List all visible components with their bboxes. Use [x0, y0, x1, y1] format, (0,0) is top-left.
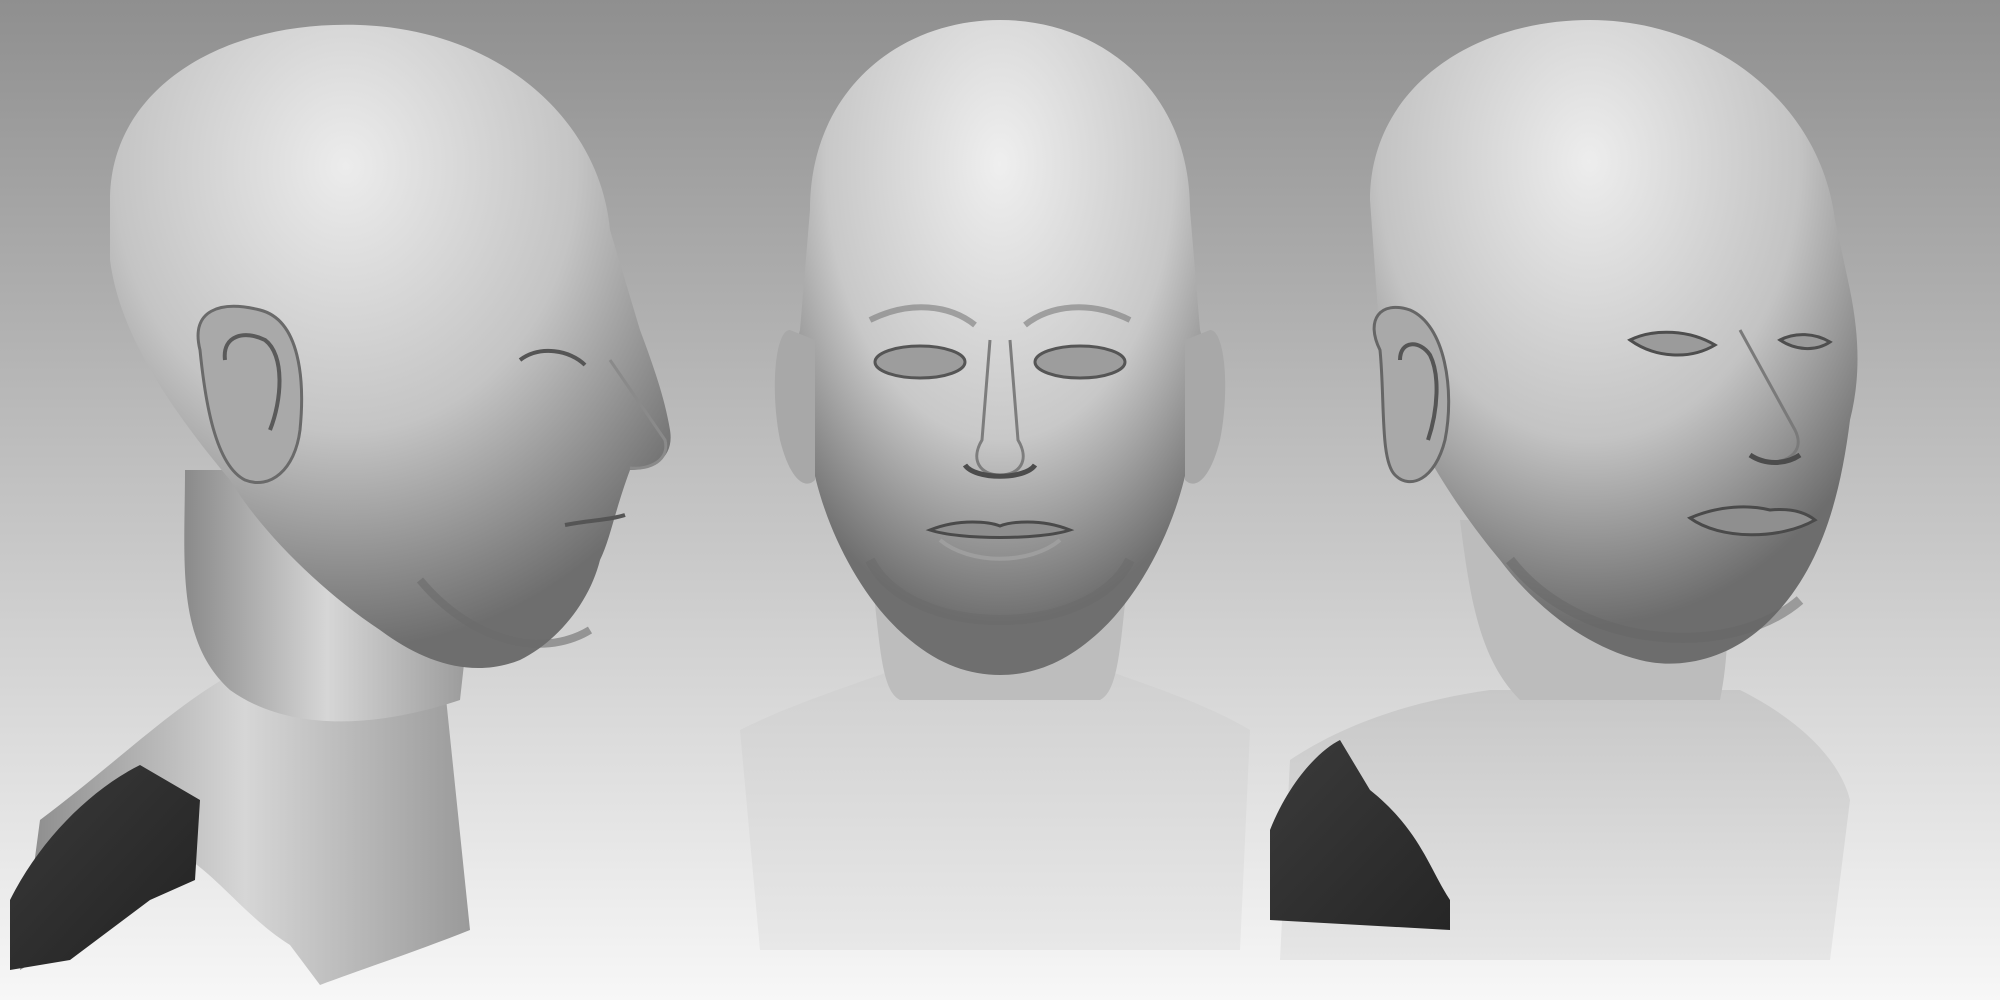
head-bust-three-quarter-view: [1260, 0, 2000, 1000]
head-bust-profile-render: [10, 24, 671, 985]
ear-left: [774, 330, 815, 484]
head-bust-front-render: [740, 20, 1250, 950]
ear-right: [1185, 330, 1226, 484]
eye-right: [1033, 344, 1127, 380]
backface-cut: [10, 765, 200, 970]
head-bust-three-quarter-render: [1270, 20, 1858, 960]
eye-left: [873, 344, 967, 380]
render-canvas: [0, 0, 2000, 1000]
head-bust-front-view: [720, 0, 1280, 1000]
head-bust-profile-view: [0, 0, 700, 1000]
